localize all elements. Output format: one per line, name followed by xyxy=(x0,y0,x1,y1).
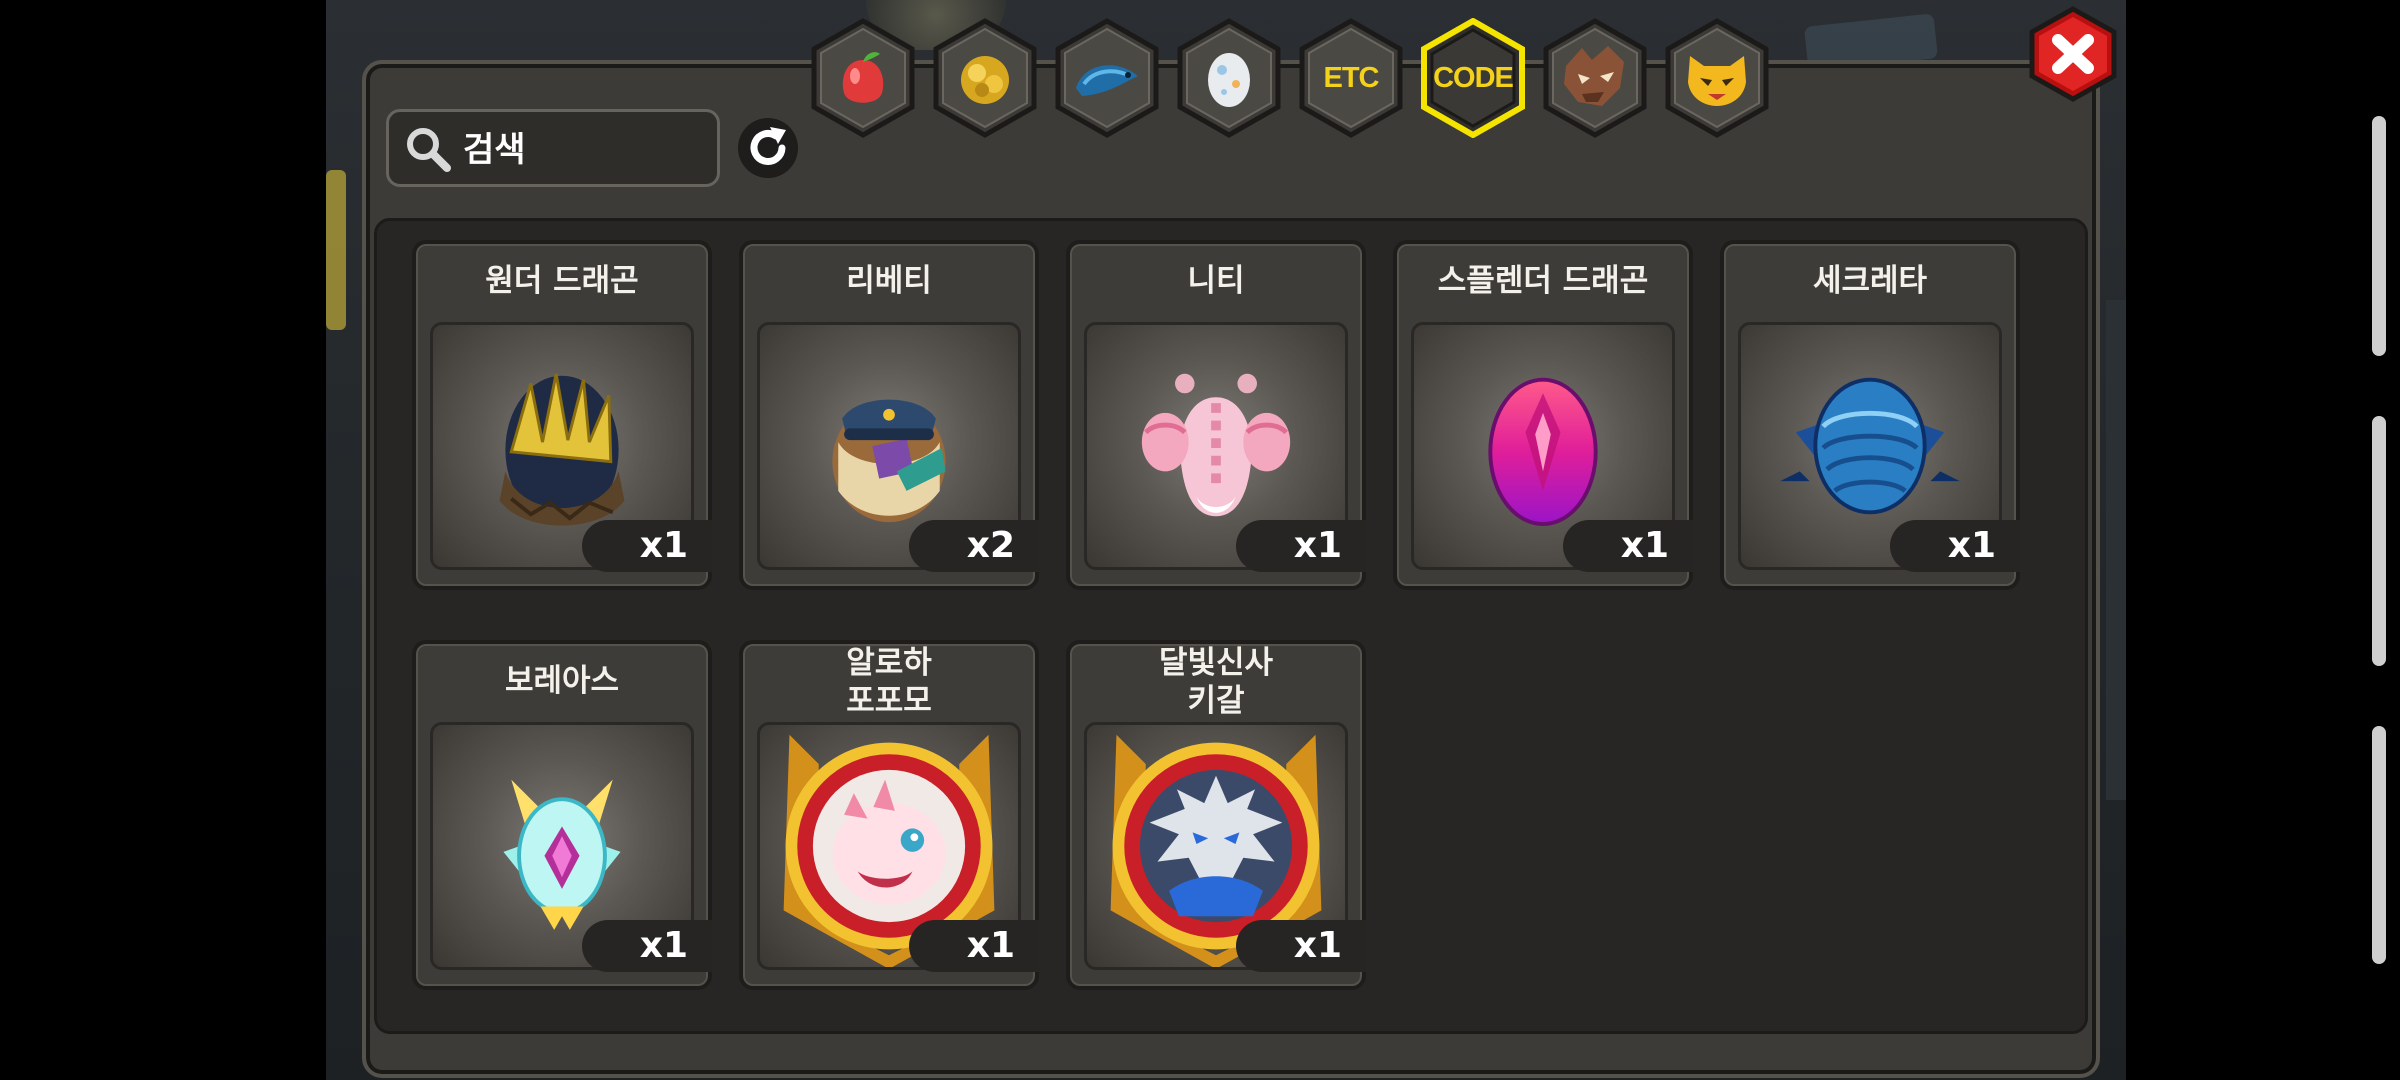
item-quantity: x1 xyxy=(1236,920,1366,972)
item-quantity: x1 xyxy=(582,920,712,972)
item-card[interactable]: 스플렌더 드래곤 x1 xyxy=(1393,240,1693,590)
item-name: 달빛신사 키갈 xyxy=(1158,645,1274,719)
item-name: 스플렌더 드래곤 xyxy=(1437,263,1649,299)
tab-fruit[interactable] xyxy=(810,18,916,138)
scrollbar[interactable] xyxy=(2372,116,2386,964)
scrollbar-thumb[interactable] xyxy=(2372,726,2386,964)
tab-code-label: CODE xyxy=(1433,61,1514,94)
item-card[interactable]: 니티 x1 xyxy=(1066,240,1366,590)
tab-etc[interactable]: ETC xyxy=(1298,18,1404,138)
item-quantity: x1 xyxy=(909,920,1039,972)
item-quantity: x2 xyxy=(909,520,1039,572)
item-quantity: x1 xyxy=(1563,520,1693,572)
search-box[interactable] xyxy=(386,109,720,187)
item-card[interactable]: 원더 드래곤 x1 xyxy=(412,240,712,590)
tab-fish[interactable] xyxy=(1054,18,1160,138)
tab-dragon-head[interactable] xyxy=(1542,18,1648,138)
refresh-icon[interactable] xyxy=(736,116,800,180)
item-name: 니티 xyxy=(1187,263,1245,299)
item-name: 세크레타 xyxy=(1812,263,1928,299)
item-card[interactable]: 리베티 x2 xyxy=(739,240,1039,590)
background-decoration xyxy=(326,170,346,330)
item-card[interactable]: 보레아스 x1 xyxy=(412,640,712,990)
tab-code[interactable]: CODE xyxy=(1420,18,1526,138)
item-name: 알로하 포포모 xyxy=(846,645,932,719)
background-decoration xyxy=(2106,300,2126,800)
item-quantity: x1 xyxy=(1236,520,1366,572)
item-name: 원더 드래곤 xyxy=(485,263,639,299)
item-card[interactable]: 달빛신사 키갈 x1 xyxy=(1066,640,1366,990)
close-icon xyxy=(2029,6,2117,102)
egg-icon xyxy=(1208,53,1250,107)
gold-icon xyxy=(961,56,1009,104)
scrollbar-segment xyxy=(2372,116,2386,356)
search-input[interactable] xyxy=(461,126,705,174)
tab-egg[interactable] xyxy=(1176,18,1282,138)
item-card[interactable]: 알로하 포포모 x1 xyxy=(739,640,1039,990)
item-name: 보레아스 xyxy=(504,663,620,699)
tab-demon-mask[interactable] xyxy=(1664,18,1770,138)
tab-gold[interactable] xyxy=(932,18,1038,138)
game-screen: ETC CODE xyxy=(326,0,2126,1080)
tab-etc-label: ETC xyxy=(1323,61,1380,94)
item-quantity: x1 xyxy=(582,520,712,572)
close-button[interactable] xyxy=(2026,6,2120,102)
item-name: 리베티 xyxy=(846,263,932,299)
search-icon xyxy=(407,128,451,172)
item-card[interactable]: 세크레타 x1 xyxy=(1720,240,2020,590)
item-quantity: x1 xyxy=(1890,520,2020,572)
scrollbar-segment xyxy=(2372,416,2386,666)
